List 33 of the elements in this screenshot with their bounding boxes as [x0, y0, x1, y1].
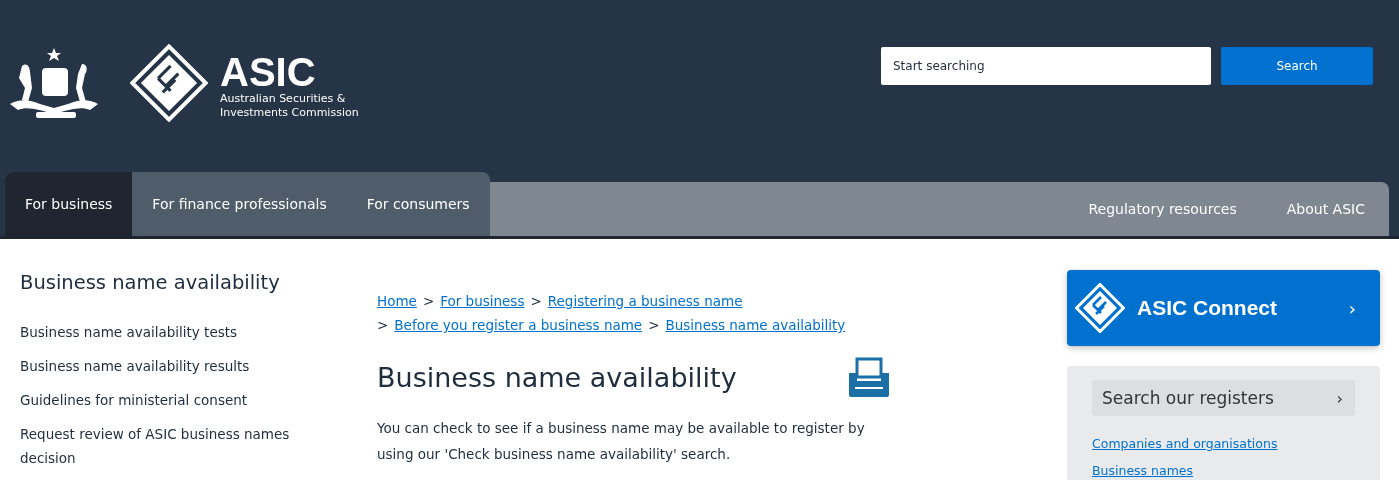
nav-link[interactable]: About ASIC — [1286, 201, 1365, 217]
search-field[interactable]: Start searching — [881, 47, 1211, 85]
logo-name: ASIC — [220, 52, 317, 92]
sidebar-item[interactable]: Request review of ASIC business names decision — [20, 422, 320, 470]
logo-subtitle: Australian Securities & — [220, 92, 347, 106]
search-button[interactable]: Search — [1221, 47, 1373, 85]
breadcrumb-link[interactable]: For business — [440, 289, 525, 313]
breadcrumb-link[interactable]: Business name availability — [665, 313, 846, 337]
breadcrumb-link[interactable]: Registering a business name — [547, 289, 743, 313]
nav-link[interactable]: Regulatory resources — [1088, 201, 1237, 217]
nav-tab[interactable]: For consumers — [346, 172, 490, 236]
register-link[interactable]: Business names — [1092, 457, 1194, 480]
search-registers-button[interactable]: Search our registers › — [1092, 380, 1355, 416]
breadcrumb-link[interactable]: Before you register a business name — [394, 313, 643, 337]
sidebar-title: Business name availability — [20, 271, 281, 294]
sidebar-item[interactable]: Business name availability tests — [20, 320, 320, 344]
diamond-logo-icon — [130, 44, 208, 122]
asic-connect-button[interactable]: ASIC Connect › — [1067, 270, 1380, 346]
breadcrumb-separator: > — [530, 292, 542, 311]
sidebar-item[interactable]: Business name availability results — [20, 354, 320, 378]
register-link[interactable]: Companies and organisations — [1092, 430, 1278, 457]
breadcrumb-separator: > — [648, 316, 660, 335]
nav-tab[interactable]: For finance professionals — [132, 172, 347, 236]
printer-icon[interactable] — [849, 357, 889, 397]
breadcrumb-link[interactable]: Home — [377, 289, 417, 313]
breadcrumb-separator: > — [422, 292, 435, 311]
logo-subtitle: Investments Commission — [220, 106, 359, 120]
diamond-logo-icon — [1075, 283, 1125, 333]
breadcrumb-separator: > — [377, 316, 389, 335]
nav-tab[interactable]: For business — [5, 172, 133, 236]
page-title: Business name availability — [377, 361, 737, 393]
intro-paragraph: You can check to see if a business name may be available to register by using our 'Check business name availability' search. — [377, 419, 866, 464]
sidebar-item[interactable]: Guidelines for ministerial consent — [20, 388, 320, 412]
